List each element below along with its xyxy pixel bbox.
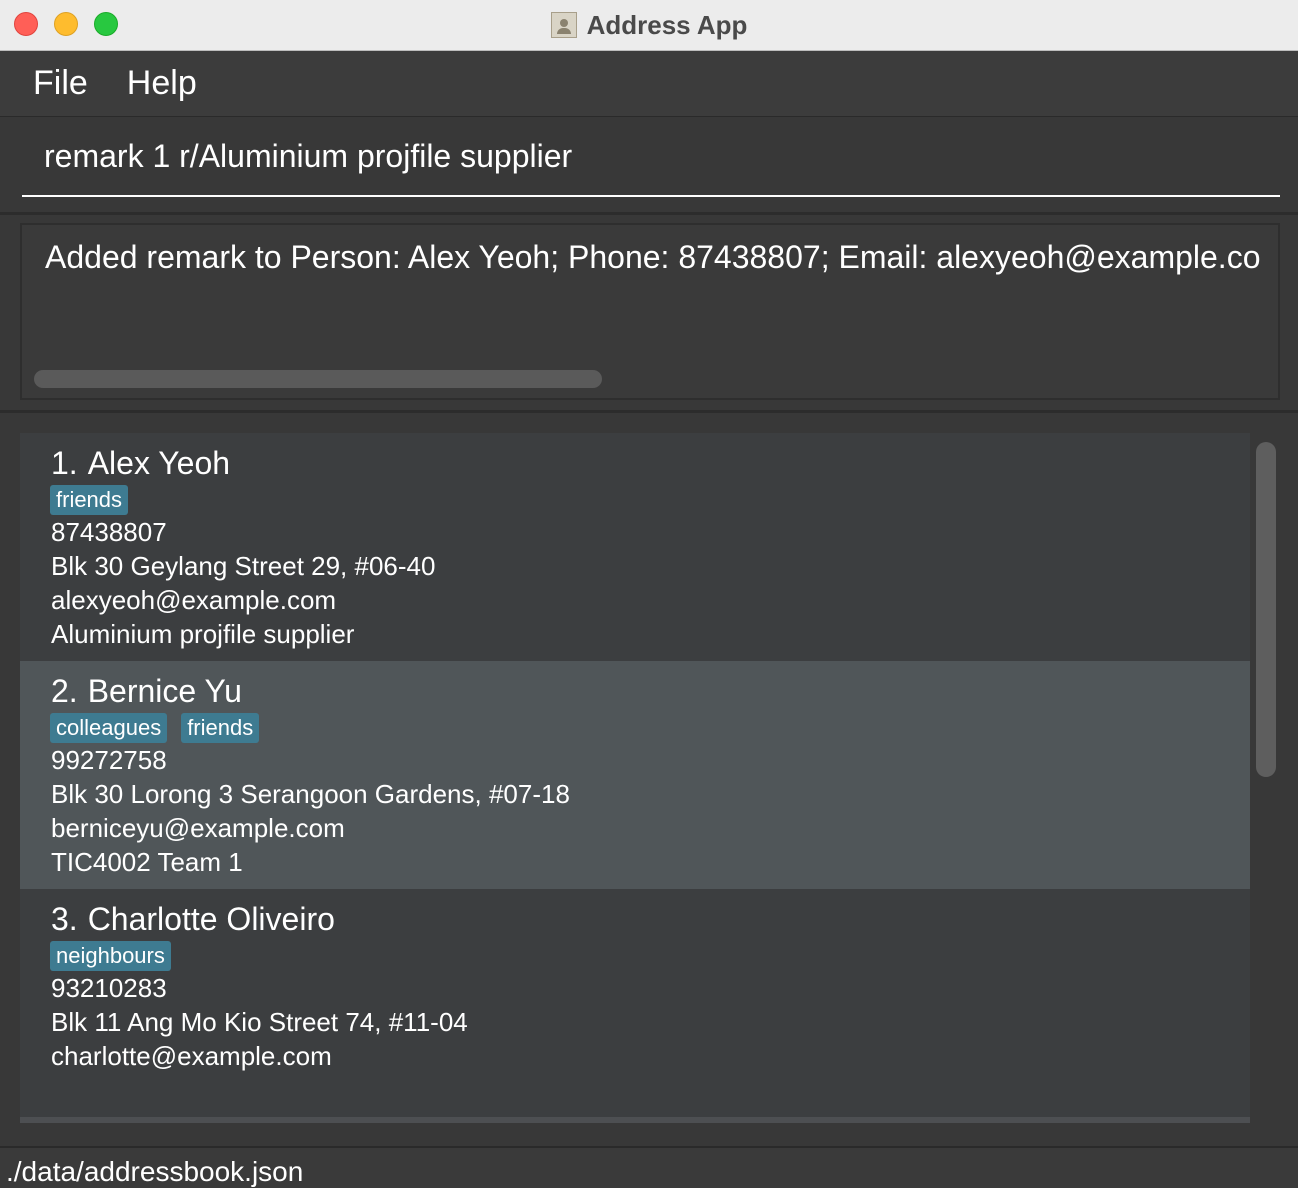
tag-label: friends: [181, 713, 260, 743]
result-message: Added remark to Person: Alex Yeoh; Phone…: [45, 239, 1261, 275]
person-index: 3.: [51, 901, 78, 937]
menu-bar: File Help: [0, 51, 1298, 117]
person-list[interactable]: 1. Alex Yeoh friends 87438807 Blk 30 Geyl…: [20, 433, 1250, 1123]
app-window: Address App File Help remark 1 r/Alumini…: [0, 0, 1298, 1188]
person-phone: 87438807: [51, 517, 167, 547]
tag-label: colleagues: [50, 713, 168, 743]
person-name-line: 2. Bernice Yu: [51, 673, 242, 710]
status-bar: ./data/addressbook.json: [0, 1146, 1298, 1188]
person-address: Blk 11 Ang Mo Kio Street 74, #11-04: [51, 1007, 468, 1037]
command-input[interactable]: remark 1 r/Aluminium projfile supplier: [22, 117, 1280, 197]
person-email: berniceyu@example.com: [51, 813, 345, 843]
result-display-area: Added remark to Person: Alex Yeoh; Phone…: [0, 215, 1298, 413]
person-address: Blk 30 Geylang Street 29, #06-40: [51, 551, 436, 581]
person-remark: Aluminium projfile supplier: [51, 619, 355, 649]
window-title: Address App: [586, 9, 748, 40]
person-index: 2.: [51, 673, 78, 709]
result-horizontal-scrollbar[interactable]: [34, 370, 602, 388]
person-card[interactable]: 3. Charlotte Oliveiro neighbours 93210283…: [20, 889, 1250, 1117]
person-email: charlotte@example.com: [51, 1041, 332, 1071]
person-tags: neighbours: [50, 941, 171, 971]
person-name: Alex Yeoh: [87, 445, 231, 481]
person-index: 1.: [51, 445, 78, 481]
title-bar: Address App: [0, 0, 1298, 51]
menu-file[interactable]: File: [19, 64, 108, 103]
person-address: Blk 30 Lorong 3 Serangoon Gardens, #07-1…: [51, 779, 570, 809]
person-name: Bernice Yu: [87, 673, 242, 709]
person-tags: friends: [50, 485, 129, 515]
command-box-area: remark 1 r/Aluminium projfile supplier: [0, 117, 1298, 215]
tag-label: neighbours: [50, 941, 171, 971]
person-phone: 99272758: [51, 745, 167, 775]
person-name: Charlotte Oliveiro: [87, 901, 335, 937]
window-title-group: Address App: [0, 0, 1298, 50]
save-location: ./data/addressbook.json: [6, 1156, 304, 1187]
person-remark: TIC4002 Team 1: [51, 847, 243, 877]
menu-help[interactable]: Help: [113, 64, 217, 103]
person-card[interactable]: 1. Alex Yeoh friends 87438807 Blk 30 Geyl…: [20, 433, 1250, 661]
person-list-vertical-scrollbar[interactable]: [1256, 442, 1276, 777]
person-list-area: 1. Alex Yeoh friends 87438807 Blk 30 Geyl…: [0, 413, 1298, 1143]
person-name-line: 1. Alex Yeoh: [51, 445, 230, 482]
person-phone: 93210283: [51, 973, 167, 1003]
address-book-icon: [550, 12, 577, 38]
tag-label: friends: [50, 485, 129, 515]
person-tags: colleagues friends: [50, 713, 260, 743]
person-email: alexyeoh@example.com: [51, 585, 337, 615]
person-card[interactable]: 2. Bernice Yu colleagues friends 99272758…: [20, 661, 1250, 889]
person-name-line: 3. Charlotte Oliveiro: [51, 901, 335, 938]
result-display[interactable]: Added remark to Person: Alex Yeoh; Phone…: [20, 223, 1280, 400]
